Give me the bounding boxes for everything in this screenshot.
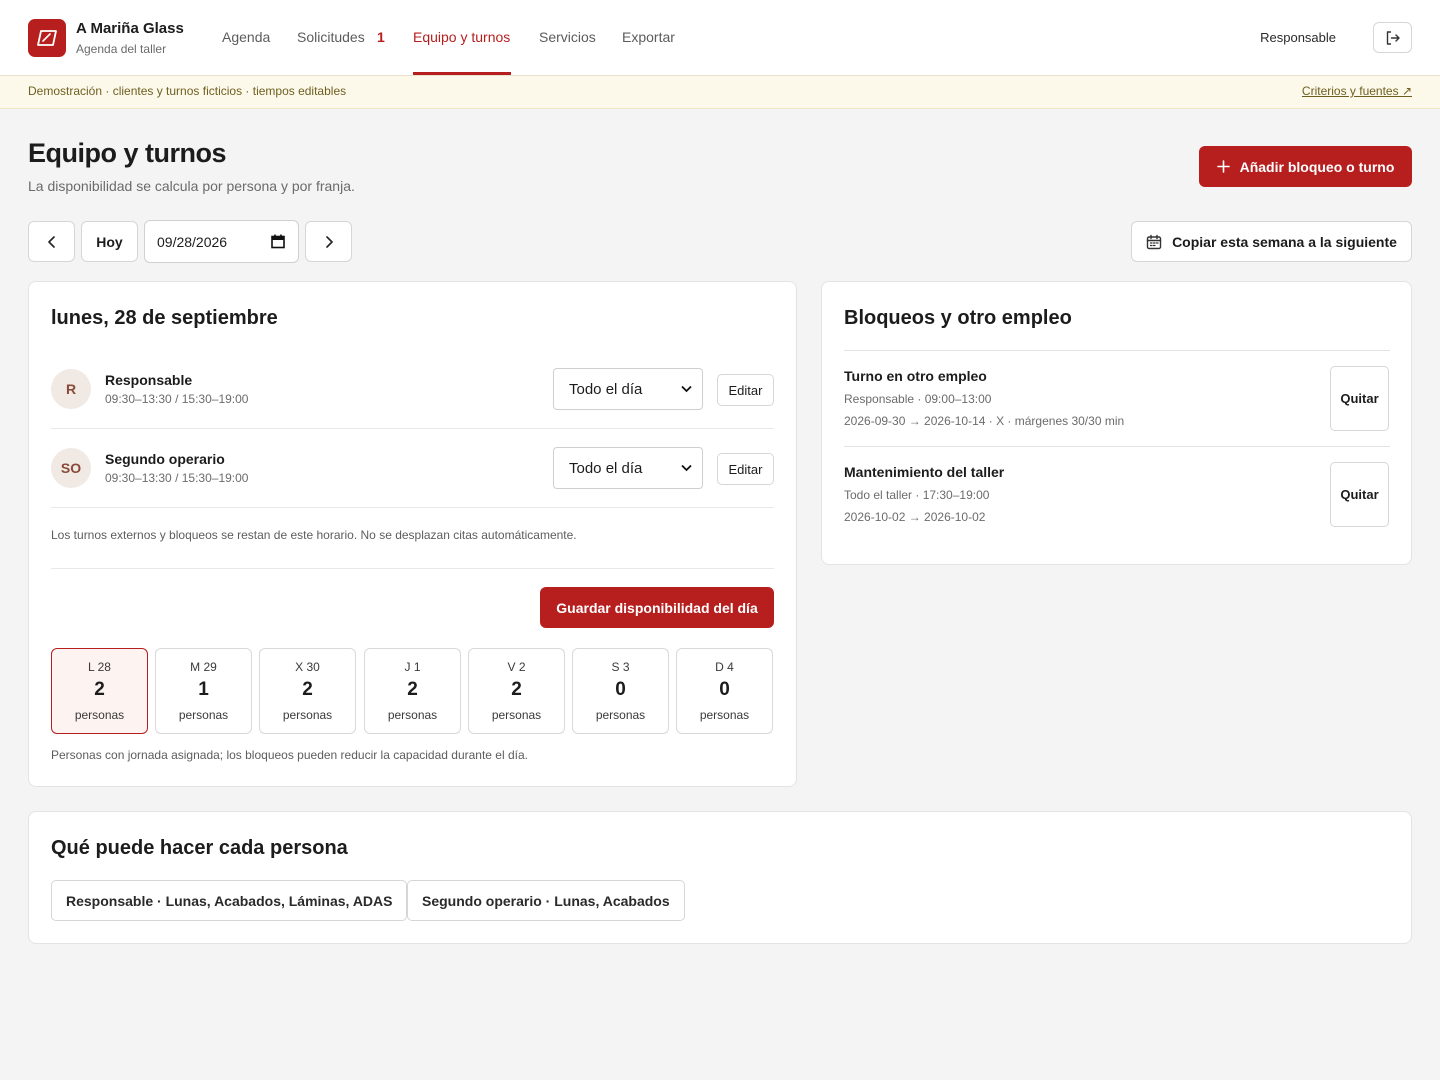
nav-agenda[interactable]: Agenda <box>222 29 270 45</box>
block-date-range: 2026-10-02 → 2026-10-02 <box>844 510 986 524</box>
next-day-button[interactable] <box>305 221 352 262</box>
week-day-unit: personas <box>491 708 542 722</box>
today-button[interactable]: Hoy <box>81 221 138 262</box>
week-day-count: 0 <box>719 679 730 700</box>
page-subtitle: La disponibilidad se calcula por persona… <box>28 178 355 194</box>
active-tab-indicator <box>413 72 511 75</box>
block-title: Mantenimiento del taller <box>844 464 1005 480</box>
page-title: Equipo y turnos <box>28 138 227 168</box>
nav-servicios[interactable]: Servicios <box>539 29 596 45</box>
chevron-left-icon <box>47 235 55 248</box>
block-date-range: 2026-09-30 → 2026-10-14 · X · márgenes 3… <box>844 414 1125 428</box>
solicitudes-count-badge: 1 <box>377 29 385 45</box>
block-detail: Responsable · 09:00–13:00 <box>844 392 992 406</box>
chevron-right-icon <box>325 235 333 248</box>
week-day-label: S 3 <box>611 660 630 674</box>
availability-select[interactable]: Todo el día <box>553 368 703 410</box>
day-title: lunes, 28 de septiembre <box>51 307 278 329</box>
week-day-box[interactable]: M 29 1 personas <box>155 648 252 734</box>
person-row-responsable: R Responsable 09:30–13:30 / 15:30–19:00 … <box>51 350 774 429</box>
brand-name: A Mariña Glass <box>76 20 184 37</box>
week-day-count: 2 <box>511 679 522 700</box>
date-value: 09/28/2026 <box>157 233 228 250</box>
week-day-count: 1 <box>198 679 209 700</box>
block-item: Mantenimiento del taller Todo el taller … <box>844 446 1390 542</box>
chevron-down-icon <box>681 385 692 393</box>
week-day-box[interactable]: V 2 2 personas <box>468 648 565 734</box>
previous-day-button[interactable] <box>28 221 75 262</box>
block-title: Turno en otro empleo <box>844 368 987 384</box>
day-availability-card: lunes, 28 de septiembre R Responsable 09… <box>28 281 797 787</box>
week-day-unit: personas <box>178 708 229 722</box>
week-day-count: 0 <box>615 679 626 700</box>
week-day-label: L 28 <box>88 660 111 674</box>
demo-banner: Demostración · clientes y turnos fictici… <box>0 76 1440 109</box>
week-day-label: X 30 <box>295 660 320 674</box>
logout-icon <box>1386 30 1400 45</box>
person-name: Responsable <box>105 372 193 388</box>
skill-chip-responsable[interactable]: Responsable · Lunas, Acabados, Láminas, … <box>51 880 408 921</box>
divider <box>51 568 774 569</box>
availability-select-value: Todo el día <box>569 380 643 398</box>
copy-week-button[interactable]: Copiar esta semana a la siguiente <box>1131 221 1412 262</box>
brand-subtitle: Agenda del taller <box>76 42 167 56</box>
person-hours: 09:30–13:30 / 15:30–19:00 <box>105 392 249 406</box>
avatar: SO <box>51 448 91 488</box>
logout-button[interactable] <box>1373 22 1412 53</box>
blocks-card: Bloqueos y otro empleo Turno en otro emp… <box>821 281 1412 565</box>
week-day-unit: personas <box>282 708 333 722</box>
skills-card: Qué puede hacer cada persona Responsable… <box>28 811 1412 944</box>
remove-block-button[interactable]: Quitar <box>1330 366 1389 431</box>
nav-equipo-y-turnos[interactable]: Equipo y turnos <box>413 29 510 45</box>
week-day-box[interactable]: S 3 0 personas <box>572 648 669 734</box>
skill-chip-segundo-operario[interactable]: Segundo operario · Lunas, Acabados <box>407 880 685 921</box>
week-day-label: J 1 <box>404 660 421 674</box>
windshield-icon[interactable] <box>28 19 66 57</box>
date-picker-input[interactable]: 09/28/2026 <box>144 220 299 263</box>
add-button-label: Añadir bloqueo o turno <box>1239 158 1395 175</box>
capacity-footnote: Personas con jornada asignada; los bloqu… <box>51 748 528 762</box>
availability-select-value: Todo el día <box>569 459 643 477</box>
week-day-count: 2 <box>94 679 105 700</box>
calendar-icon[interactable] <box>271 234 285 249</box>
avatar: R <box>51 369 91 409</box>
remove-block-button[interactable]: Quitar <box>1330 462 1389 527</box>
calendar-copy-icon <box>1146 234 1162 249</box>
week-day-unit: personas <box>699 708 750 722</box>
week-day-unit: personas <box>595 708 646 722</box>
week-day-box[interactable]: L 28 2 personas <box>51 648 148 734</box>
plus-icon <box>1216 160 1230 173</box>
week-day-box[interactable]: X 30 2 personas <box>259 648 356 734</box>
edit-button[interactable]: Editar <box>717 453 774 485</box>
edit-button[interactable]: Editar <box>717 374 774 406</box>
week-day-box[interactable]: D 4 0 personas <box>676 648 773 734</box>
blocks-title: Bloqueos y otro empleo <box>844 307 1072 329</box>
person-row-segundo-operario: SO Segundo operario 09:30–13:30 / 15:30–… <box>51 429 774 508</box>
criteria-sources-link[interactable]: Criterios y fuentes ↗ <box>1302 84 1412 98</box>
week-day-label: D 4 <box>715 660 734 674</box>
skills-title: Qué puede hacer cada persona <box>51 837 348 859</box>
week-day-count: 2 <box>302 679 313 700</box>
current-user-label: Responsable <box>1260 30 1336 45</box>
week-day-unit: personas <box>74 708 125 722</box>
week-day-label: M 29 <box>190 660 217 674</box>
person-name: Segundo operario <box>105 451 225 467</box>
copy-week-label: Copiar esta semana a la siguiente <box>1172 233 1397 250</box>
schedule-note: Los turnos externos y bloqueos se restan… <box>51 528 577 542</box>
week-day-label: V 2 <box>507 660 526 674</box>
add-block-or-shift-button[interactable]: Añadir bloqueo o turno <box>1199 146 1412 187</box>
person-hours: 09:30–13:30 / 15:30–19:00 <box>105 471 249 485</box>
availability-select[interactable]: Todo el día <box>553 447 703 489</box>
top-navigation-bar: A Mariña Glass Agenda del taller Agenda … <box>0 0 1440 76</box>
chevron-down-icon <box>681 464 692 472</box>
nav-exportar[interactable]: Exportar <box>622 29 675 45</box>
week-day-unit: personas <box>387 708 438 722</box>
week-day-box[interactable]: J 1 2 personas <box>364 648 461 734</box>
nav-solicitudes[interactable]: Solicitudes <box>297 29 365 45</box>
block-item: Turno en otro empleo Responsable · 09:00… <box>844 350 1390 446</box>
save-day-availability-button[interactable]: Guardar disponibilidad del día <box>540 587 774 628</box>
block-detail: Todo el taller · 17:30–19:00 <box>844 488 990 502</box>
week-day-count: 2 <box>407 679 418 700</box>
demo-banner-text: Demostración · clientes y turnos fictici… <box>28 84 347 98</box>
